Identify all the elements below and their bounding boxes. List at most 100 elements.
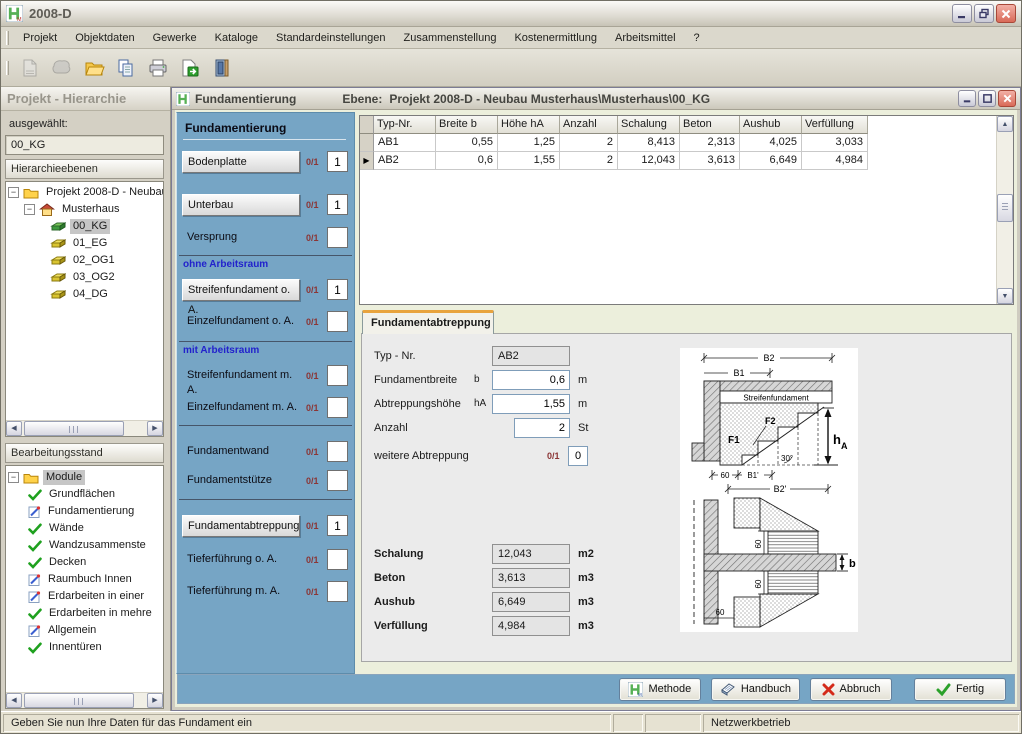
menu-objektdaten[interactable]: Objektdaten [66,29,143,47]
category-button[interactable]: Unterbau [182,194,300,216]
menu-projekt[interactable]: Projekt [14,29,66,47]
count-field[interactable] [327,581,348,602]
open-folder-button[interactable] [80,54,108,82]
menu-gewerke[interactable]: Gewerke [144,29,206,47]
tree-item-project[interactable]: − Projekt 2008-D - Neubau [8,184,163,201]
category-label[interactable]: Streifenfundament m. A. [183,368,301,398]
cell-anzahl[interactable]: 2 [560,134,618,152]
scroll-right-icon[interactable]: ▶ [147,693,163,708]
menu-arbeitsmittel[interactable]: Arbeitsmittel [606,29,685,47]
column-header[interactable]: Schalung [618,116,680,134]
cell-typ[interactable]: AB2 [374,152,436,170]
count-field[interactable] [327,279,348,300]
collapse-toggle[interactable]: − [8,472,19,483]
module-item[interactable]: Wandzusammenste [8,537,163,554]
abbruch-button[interactable]: Abbruch [810,678,892,701]
category-button[interactable]: Bodenplatte [182,151,300,173]
cell-schalung[interactable]: 12,043 [618,152,680,170]
tree-item-floor[interactable]: 00_KG [8,218,163,235]
menu-kataloge[interactable]: Kataloge [206,29,267,47]
open-button[interactable] [48,54,76,82]
collapse-toggle[interactable]: − [8,187,19,198]
count-field[interactable] [327,311,348,332]
abtreppungshoehe-input[interactable] [492,394,570,414]
fertig-button[interactable]: Fertig [914,678,1006,701]
tab-fundamentabtreppung[interactable]: Fundamentabtreppung [362,310,494,334]
module-item[interactable]: Wände [8,520,163,537]
close-button[interactable] [996,4,1016,23]
cell-beton[interactable]: 3,613 [680,152,740,170]
restore-button[interactable] [974,4,994,23]
category-button-active[interactable]: Fundamentabtreppung [182,515,300,537]
category-label[interactable]: Fundamentstütze [183,473,301,488]
new-button[interactable] [16,54,44,82]
cell-hoehe[interactable]: 1,25 [498,134,560,152]
category-label[interactable]: Tieferführung m. A. [183,584,301,599]
module-item[interactable]: Innentüren [8,639,163,656]
category-label[interactable]: Versprung [183,230,301,245]
menu-standardeinstellungen[interactable]: Standardeinstellungen [267,29,394,47]
module-item[interactable]: Erdarbeiten in mehre [8,605,163,622]
column-header[interactable]: Typ-Nr. [374,116,436,134]
collapse-toggle[interactable]: − [24,204,35,215]
tree-item-floor[interactable]: 02_OG1 [8,252,163,269]
count-field[interactable] [327,549,348,570]
count-field[interactable] [327,194,348,215]
exit-button[interactable] [208,54,236,82]
module-item[interactable]: Fundamentierung [8,503,163,520]
scrollbar-thumb[interactable] [24,421,124,436]
module-minimize-button[interactable] [958,90,976,107]
cell-hoehe[interactable]: 1,55 [498,152,560,170]
tree-item-floor[interactable]: 04_DG [8,286,163,303]
fundamentbreite-input[interactable] [492,370,570,390]
weitere-abtreppung-input[interactable] [568,446,588,466]
count-field[interactable] [327,151,348,172]
module-item[interactable]: Erdarbeiten in einer [8,588,163,605]
menu-help[interactable]: ? [685,29,709,47]
tree-item-building[interactable]: − Musterhaus [8,201,163,218]
category-button[interactable]: Streifenfundament o. A. [182,279,300,301]
menu-zusammenstellung[interactable]: Zusammenstellung [395,29,506,47]
cell-schalung[interactable]: 8,413 [618,134,680,152]
export-button[interactable] [176,54,204,82]
table-row-active[interactable]: ▶ AB2 0,6 1,55 2 12,043 3,613 6,649 4,98… [360,152,996,170]
column-header[interactable]: Anzahl [560,116,618,134]
column-header[interactable]: Beton [680,116,740,134]
hierarchy-tree-hscrollbar[interactable]: ◀ ▶ [6,420,163,436]
tree-item-floor[interactable]: 03_OG2 [8,269,163,286]
count-field[interactable] [327,365,348,386]
category-label[interactable]: Fundamentwand [183,444,301,459]
table-vscrollbar[interactable]: ▲ ▼ [996,116,1013,304]
category-label[interactable]: Einzelfundament o. A. [183,314,301,329]
print-button[interactable] [144,54,172,82]
row-selector[interactable] [360,134,374,152]
count-field[interactable] [327,441,348,462]
count-field[interactable] [327,227,348,248]
cell-breite[interactable]: 0,55 [436,134,498,152]
column-header[interactable]: Aushub [740,116,802,134]
column-header[interactable]: Breite b [436,116,498,134]
cell-aushub[interactable]: 4,025 [740,134,802,152]
cell-aushub[interactable]: 6,649 [740,152,802,170]
category-label[interactable]: Tieferführung o. A. [183,552,301,567]
cell-beton[interactable]: 2,313 [680,134,740,152]
minimize-button[interactable] [952,4,972,23]
handbuch-button[interactable]: Handbuch [711,678,800,701]
scroll-up-icon[interactable]: ▲ [997,116,1013,132]
scroll-left-icon[interactable]: ◀ [6,421,22,436]
scrollbar-thumb[interactable] [997,194,1013,222]
copy-button[interactable] [112,54,140,82]
scrollbar-thumb[interactable] [24,693,134,708]
anzahl-input[interactable] [514,418,570,438]
tree-item-floor[interactable]: 01_EG [8,235,163,252]
column-header[interactable]: Höhe hA [498,116,560,134]
table-row[interactable]: AB1 0,55 1,25 2 8,413 2,313 4,025 3,033 [360,134,996,152]
cell-verfuellung[interactable]: 4,984 [802,152,868,170]
module-close-button[interactable] [998,90,1016,107]
column-header[interactable]: Verfüllung [802,116,868,134]
module-item[interactable]: Allgemein [8,622,163,639]
count-field[interactable] [327,515,348,536]
count-field[interactable] [327,397,348,418]
scroll-down-icon[interactable]: ▼ [997,288,1013,304]
cell-verfuellung[interactable]: 3,033 [802,134,868,152]
